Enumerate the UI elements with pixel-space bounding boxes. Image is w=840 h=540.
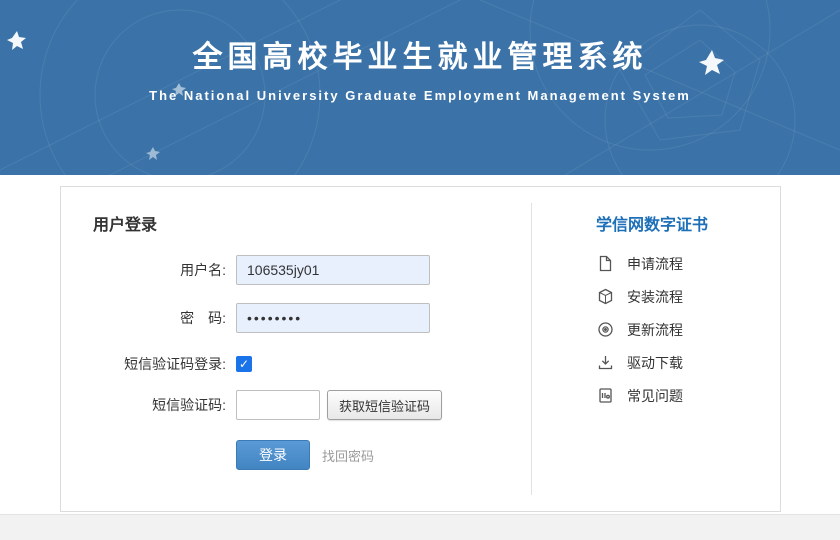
login-heading: 用户登录 (93, 211, 157, 235)
sms-login-toggle-row: 短信验证码登录: ✓ (61, 349, 252, 379)
forgot-password-link[interactable]: 找回密码 (322, 446, 374, 465)
sms-login-label: 短信验证码登录: (61, 354, 226, 374)
actions-row: 登录 找回密码 (61, 440, 374, 470)
cert-item-faq[interactable]: 常见问题 (596, 379, 683, 412)
cert-item-install[interactable]: 安装流程 (596, 280, 683, 313)
username-row: 用户名: (61, 255, 430, 285)
update-disc-icon (596, 321, 614, 339)
sms-code-input[interactable] (236, 390, 320, 420)
cert-item-label: 申请流程 (627, 254, 683, 274)
cert-item-driver[interactable]: 驱动下载 (596, 346, 683, 379)
driver-download-icon (596, 354, 614, 372)
username-label: 用户名: (61, 260, 226, 280)
banner-text-block: 全国高校毕业生就业管理系统 The National University Gr… (0, 0, 840, 103)
certificate-link-list: 申请流程 安装流程 (596, 247, 683, 412)
header-banner: 全国高校毕业生就业管理系统 The National University Gr… (0, 0, 840, 175)
site-title: 全国高校毕业生就业管理系统 (0, 32, 840, 76)
checkmark-icon: ✓ (239, 358, 249, 370)
login-button[interactable]: 登录 (236, 440, 310, 470)
cert-item-label: 更新流程 (627, 320, 683, 340)
password-row: 密 码: (61, 303, 430, 333)
password-input[interactable] (236, 303, 430, 333)
vertical-divider (531, 203, 532, 495)
cert-item-update[interactable]: 更新流程 (596, 313, 683, 346)
sms-code-row: 短信验证码: 获取短信验证码 (61, 390, 442, 420)
get-sms-code-button[interactable]: 获取短信验证码 (327, 390, 442, 420)
username-input[interactable] (236, 255, 430, 285)
cert-item-apply[interactable]: 申请流程 (596, 247, 683, 280)
certificate-panel: 学信网数字证书 申请流程 (596, 187, 776, 511)
sms-code-label: 短信验证码: (61, 395, 226, 415)
certificate-heading: 学信网数字证书 (596, 211, 708, 235)
cert-item-label: 常见问题 (627, 386, 683, 406)
page-footer (0, 514, 840, 540)
password-label: 密 码: (61, 308, 226, 328)
faq-document-icon (596, 387, 614, 405)
site-subtitle: The National University Graduate Employm… (0, 88, 840, 103)
apply-document-icon (596, 255, 614, 273)
sms-login-checkbox[interactable]: ✓ (236, 356, 252, 372)
cert-item-label: 安装流程 (627, 287, 683, 307)
login-page: 全国高校毕业生就业管理系统 The National University Gr… (0, 0, 840, 540)
login-card: 用户登录 用户名: 密 码: 短信验证码登录: ✓ 短信验证码: (60, 186, 781, 512)
install-package-icon (596, 288, 614, 306)
cert-item-label: 驱动下载 (627, 353, 683, 373)
